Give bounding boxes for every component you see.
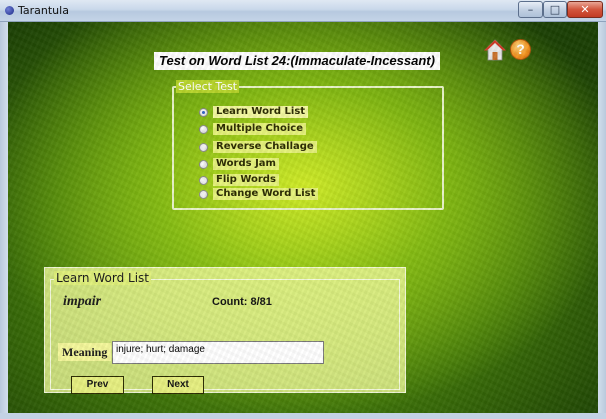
option-label[interactable]: Change Word List — [213, 188, 319, 200]
radio-checked-icon[interactable] — [199, 107, 208, 117]
radio-icon[interactable] — [199, 175, 208, 185]
app-canvas: Test on Word List 24:(Immaculate-Incessa… — [8, 22, 598, 413]
radio-icon[interactable] — [199, 142, 208, 152]
help-icon: ? — [516, 41, 525, 57]
option-change-word-list[interactable]: Change Word List — [199, 187, 319, 201]
option-reverse-challage[interactable]: Reverse Challage — [199, 140, 317, 154]
maximize-icon: □ — [549, 3, 561, 16]
learn-word-list-legend: Learn Word List — [54, 271, 151, 285]
option-multiple-choice[interactable]: Multiple Choice — [199, 122, 307, 136]
window-titlebar[interactable]: Tarantula – □ ✕ — [0, 0, 606, 22]
option-label[interactable]: Flip Words — [213, 174, 279, 186]
select-test-group: Select Test Learn Word List Multiple Cho… — [172, 80, 444, 210]
window-title: Tarantula — [18, 4, 69, 17]
prev-button[interactable]: Prev — [71, 376, 124, 394]
meaning-label: Meaning — [58, 343, 112, 361]
page-title: Test on Word List 24:(Immaculate-Incessa… — [154, 52, 440, 70]
window-border-left — [0, 22, 8, 419]
option-label[interactable]: Words Jam — [213, 158, 279, 170]
meaning-field[interactable]: injure; hurt; damage — [112, 341, 324, 364]
radio-icon[interactable] — [199, 189, 208, 199]
help-button[interactable]: ? — [510, 39, 531, 60]
app-icon — [5, 6, 14, 15]
word-count: Count: 8/81 — [212, 296, 272, 308]
option-flip-words[interactable]: Flip Words — [199, 173, 279, 187]
home-icon — [484, 39, 506, 61]
radio-icon[interactable] — [199, 124, 208, 134]
next-button[interactable]: Next — [152, 376, 204, 394]
option-learn-word-list[interactable]: Learn Word List — [199, 105, 309, 119]
option-label[interactable]: Learn Word List — [213, 106, 309, 118]
radio-icon[interactable] — [199, 159, 208, 169]
window-border-bottom — [0, 413, 606, 419]
learn-word-list-panel: Learn Word List impair Count: 8/81 Meani… — [44, 267, 406, 394]
minimize-button[interactable]: – — [518, 1, 543, 18]
window-border-right — [598, 22, 606, 419]
option-label[interactable]: Multiple Choice — [213, 123, 307, 135]
home-button[interactable] — [484, 39, 506, 61]
minimize-icon: – — [527, 3, 534, 16]
select-test-legend: Select Test — [176, 80, 240, 93]
close-button[interactable]: ✕ — [567, 1, 603, 18]
learn-word-list-group: Learn Word List impair Count: 8/81 Meani… — [50, 271, 400, 394]
option-label[interactable]: Reverse Challage — [213, 141, 317, 153]
close-icon: ✕ — [580, 3, 590, 16]
maximize-button[interactable]: □ — [543, 1, 567, 18]
option-words-jam[interactable]: Words Jam — [199, 157, 279, 171]
current-word: impair — [63, 294, 102, 309]
